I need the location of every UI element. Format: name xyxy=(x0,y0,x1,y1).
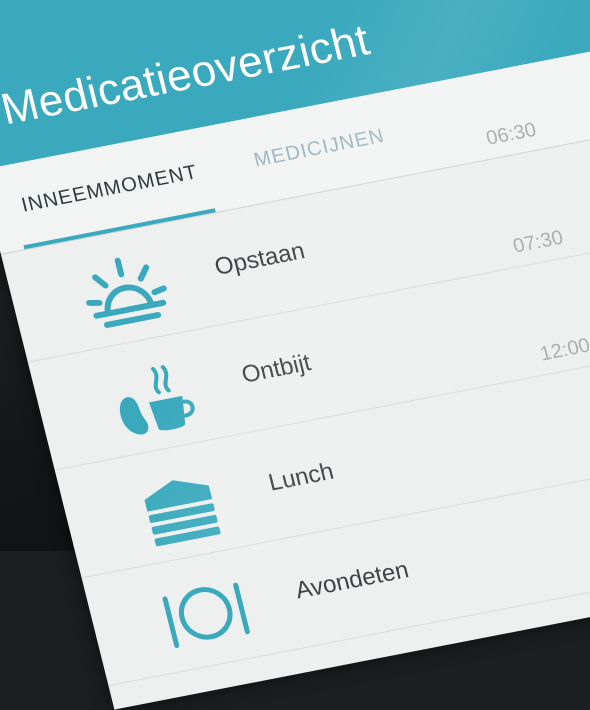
breakfast-icon xyxy=(119,365,195,435)
dinner-icon xyxy=(162,582,250,648)
moment-label: Ontbijt xyxy=(238,349,314,389)
moment-label: Opstaan xyxy=(211,237,308,281)
lunch-icon xyxy=(144,480,221,547)
phone-screen: Medicatieoverzicht INNEEMMOMENT MEDICIJN… xyxy=(0,0,590,710)
sunrise-icon xyxy=(86,257,167,328)
moment-label: Avondeten xyxy=(292,556,412,605)
moment-label: Lunch xyxy=(265,457,337,497)
